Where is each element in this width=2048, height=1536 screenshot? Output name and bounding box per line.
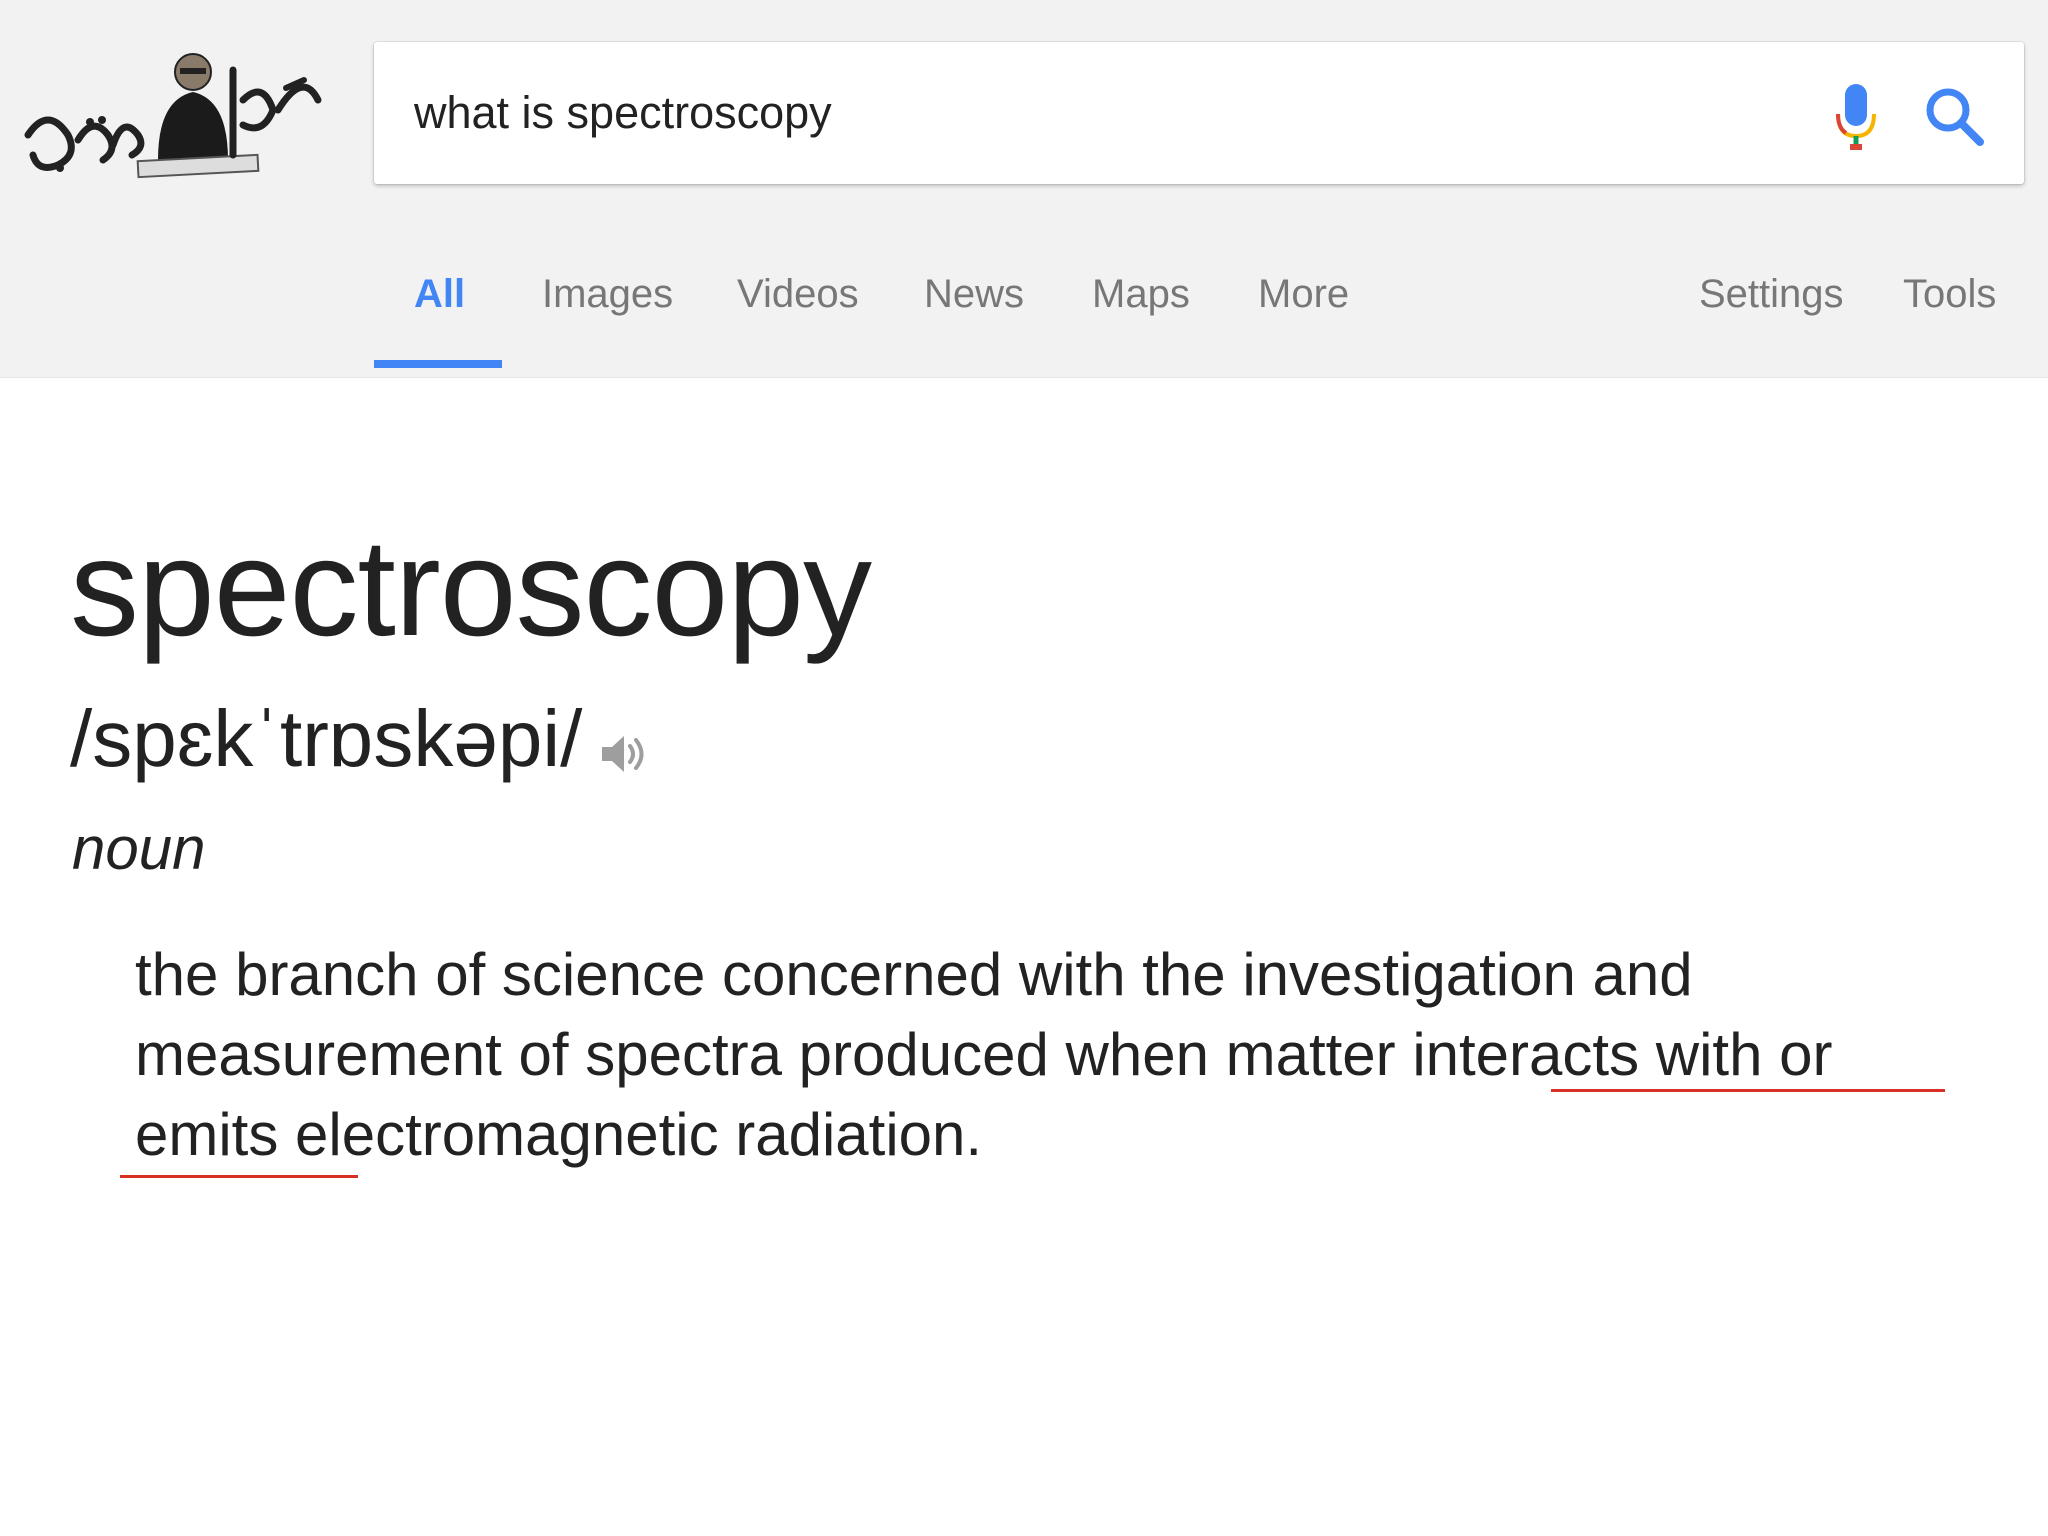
search-tabs: All Images Videos News Maps More Setting… [0,240,2048,378]
tab-images[interactable]: Images [542,272,673,317]
speaker-icon[interactable] [596,727,650,781]
phonetic-spelling: /spɛkˈtrɒskəpi/ [70,694,583,783]
tools-link[interactable]: Tools [1903,272,1996,317]
tab-maps[interactable]: Maps [1092,272,1190,317]
definition-text: the branch of science concerned with the… [135,941,1833,1168]
part-of-speech: noun [72,815,206,882]
tab-videos[interactable]: Videos [737,272,859,317]
search-input[interactable] [414,80,1714,146]
dictionary-card: spectroscopy /spɛkˈtrɒskəpi/ noun the br… [0,379,2048,1536]
spellcheck-underline [120,1175,358,1178]
doodle-logo[interactable] [18,40,328,190]
tab-news[interactable]: News [924,272,1024,317]
tab-all[interactable]: All [414,272,465,317]
settings-link[interactable]: Settings [1699,272,1844,317]
spellcheck-underline [1551,1089,1945,1092]
search-box [374,42,2024,184]
search-header: All Images Videos News Maps More Setting… [0,0,2048,378]
tab-more[interactable]: More [1258,272,1349,317]
active-tab-indicator [374,360,502,368]
microphone-icon[interactable] [1826,78,1886,158]
search-icon[interactable] [1922,84,1988,150]
dictionary-word: spectroscopy [70,511,872,665]
pronunciation-row: /spɛkˈtrɒskəpi/ [70,679,650,779]
